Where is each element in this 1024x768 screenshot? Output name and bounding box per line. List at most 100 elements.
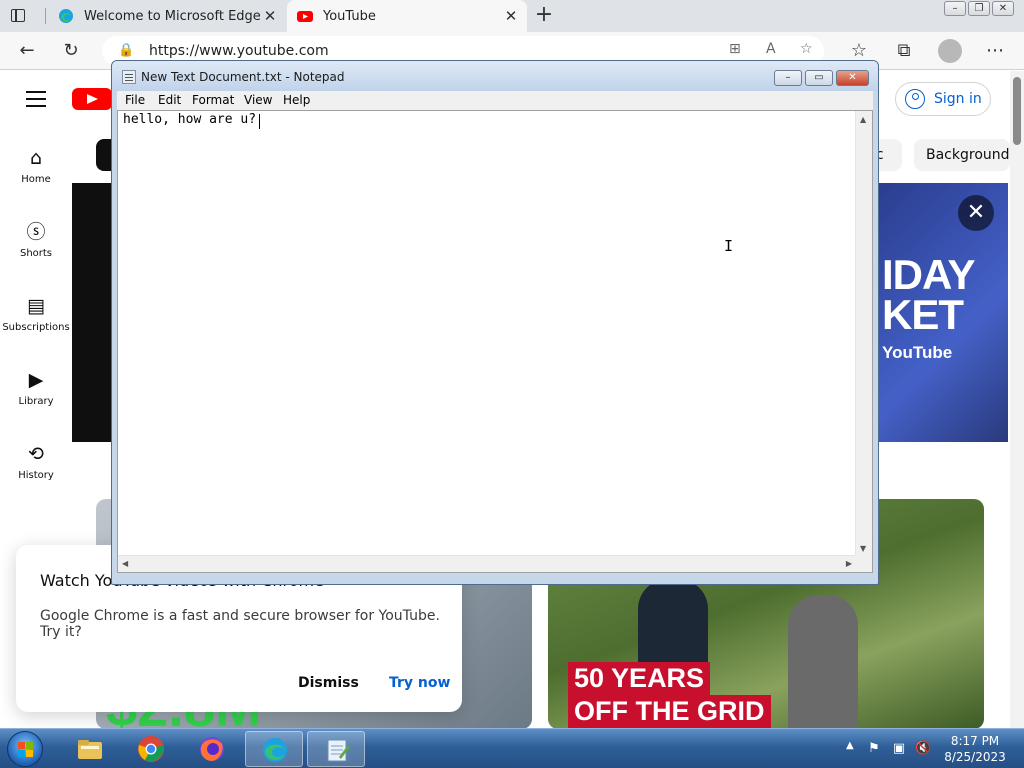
sidebar-label: Library — [18, 396, 54, 407]
close-tab-icon[interactable]: ✕ — [262, 8, 278, 24]
sidebar-item-subscriptions[interactable]: ▤ Subscriptions — [0, 293, 72, 333]
banner-text: KET — [882, 291, 964, 338]
close-ad-icon[interactable]: ✕ — [958, 195, 994, 231]
taskbar-explorer[interactable] — [61, 731, 119, 767]
network-icon[interactable]: ▣ — [891, 741, 907, 757]
chrome-icon — [138, 736, 164, 762]
taskbar-notepad[interactable] — [307, 731, 365, 767]
thumbnail-caption: 50 YEARS — [568, 662, 711, 695]
address-url[interactable]: https://www.youtube.com — [149, 43, 329, 59]
resize-grip[interactable] — [855, 555, 872, 572]
menu-file[interactable]: File — [125, 93, 145, 107]
collections-icon[interactable]: ⧉ — [893, 40, 915, 62]
window-controls: – ❐ ✕ — [944, 1, 1014, 16]
taskbar-clock[interactable]: 8:17 PM 8/25/2023 — [936, 733, 1014, 765]
app-available-icon[interactable]: ⊞ — [729, 41, 741, 57]
scrollbar-thumb[interactable] — [1013, 77, 1021, 145]
notepad-titlebar[interactable]: New Text Document.txt - Notepad – ▭ ✕ — [112, 61, 878, 91]
windows-taskbar: ▲ ⚑ ▣ 🔇 8:17 PM 8/25/2023 — [0, 728, 1024, 768]
notepad-icon — [327, 739, 350, 762]
menu-view[interactable]: View — [244, 93, 272, 107]
scroll-left-arrow-icon[interactable]: ◀ — [122, 559, 128, 568]
action-center-flag-icon[interactable]: ⚑ — [866, 741, 882, 757]
ad-banner-left[interactable] — [72, 183, 116, 442]
minimize-button[interactable]: – — [774, 70, 802, 86]
more-menu-icon[interactable]: ⋯ — [984, 40, 1006, 62]
volume-muted-icon[interactable]: 🔇 — [915, 741, 931, 757]
sidebar-label: Shorts — [19, 248, 53, 259]
shorts-icon: ⓢ — [26, 221, 46, 243]
menu-format[interactable]: Format — [192, 93, 234, 107]
banner-text: YouTube — [882, 343, 953, 362]
notepad-title: New Text Document.txt - Notepad — [141, 70, 345, 84]
firefox-icon — [200, 737, 224, 761]
taskbar-firefox[interactable] — [183, 731, 241, 767]
notepad-text-area[interactable]: hello, how are u? ▲ ▼ ◀ ▶ — [117, 110, 873, 573]
minimize-button[interactable]: – — [944, 1, 966, 16]
notepad-menubar: File Edit Format View Help — [117, 91, 873, 110]
thumbnail-caption: OFF THE GRID — [568, 695, 771, 728]
document-text[interactable]: hello, how are u? — [123, 112, 256, 127]
sidebar-label: History — [18, 470, 54, 481]
sign-in-button[interactable]: Sign in — [895, 82, 991, 116]
sidebar-item-library[interactable]: ▶ Library — [0, 367, 72, 407]
tab-strip: Welcome to Microsoft Edge ✕ YouTube ✕ + … — [0, 0, 1024, 32]
subscriptions-icon: ▤ — [27, 295, 45, 317]
menu-help[interactable]: Help — [283, 93, 310, 107]
restore-button[interactable]: ❐ — [968, 1, 990, 16]
youtube-logo[interactable] — [72, 88, 112, 110]
folder-icon — [78, 740, 102, 759]
library-icon: ▶ — [28, 369, 44, 391]
close-button[interactable]: ✕ — [992, 1, 1014, 16]
sidebar-item-home[interactable]: ⌂ Home — [0, 145, 72, 185]
add-favorite-icon[interactable]: ☆ — [800, 41, 813, 57]
favorites-icon[interactable]: ☆ — [848, 40, 870, 62]
scroll-up-arrow-icon[interactable]: ▲ — [860, 115, 866, 124]
horizontal-scrollbar[interactable]: ◀ ▶ — [118, 555, 856, 572]
notepad-icon — [122, 70, 136, 84]
youtube-icon — [297, 11, 313, 22]
sidebar-label: Home — [21, 174, 51, 185]
close-button[interactable]: ✕ — [836, 70, 869, 86]
page-scrollbar[interactable] — [1010, 71, 1024, 728]
tab-youtube[interactable]: YouTube ✕ — [287, 0, 527, 32]
edge-icon — [59, 9, 73, 23]
sidebar-item-history[interactable]: ⟲ History — [0, 441, 72, 481]
clock-time: 8:17 PM — [950, 734, 1000, 748]
home-icon: ⌂ — [29, 147, 43, 169]
tab-title: Welcome to Microsoft Edge — [84, 8, 261, 24]
promo-body: Google Chrome is a fast and secure brows… — [40, 608, 440, 640]
new-tab-button[interactable]: + — [533, 4, 555, 26]
tab-actions-icon[interactable] — [8, 6, 28, 26]
scroll-right-arrow-icon[interactable]: ▶ — [846, 559, 852, 568]
show-hidden-icons-icon[interactable]: ▲ — [846, 740, 854, 751]
history-icon: ⟲ — [28, 443, 44, 465]
tab-welcome-edge[interactable]: Welcome to Microsoft Edge ✕ — [46, 0, 286, 32]
profile-avatar[interactable] — [938, 39, 962, 63]
chip-background[interactable]: Background r — [914, 139, 1010, 171]
sign-in-label: Sign in — [934, 91, 982, 107]
try-now-button[interactable]: Try now — [389, 675, 450, 691]
dismiss-button[interactable]: Dismiss — [298, 675, 359, 691]
close-tab-icon[interactable]: ✕ — [503, 8, 519, 24]
maximize-button[interactable]: ▭ — [805, 70, 833, 86]
sidebar-label: Subscriptions — [2, 322, 70, 333]
vertical-scrollbar[interactable]: ▲ ▼ — [855, 111, 872, 557]
sidebar-item-shorts[interactable]: ⓢ Shorts — [0, 219, 72, 259]
notepad-window: New Text Document.txt - Notepad – ▭ ✕ Fi… — [111, 60, 879, 585]
ibeam-cursor-icon: I — [724, 237, 734, 255]
taskbar-chrome[interactable] — [122, 731, 180, 767]
tab-title: YouTube — [323, 8, 376, 24]
edge-icon — [263, 738, 287, 762]
taskbar-edge[interactable] — [245, 731, 303, 767]
menu-edit[interactable]: Edit — [158, 93, 181, 107]
text-caret — [259, 114, 260, 129]
scroll-down-arrow-icon[interactable]: ▼ — [860, 544, 866, 553]
refresh-icon[interactable]: ↻ — [60, 40, 82, 62]
start-button[interactable] — [7, 731, 43, 767]
back-arrow-icon[interactable]: ← — [16, 40, 38, 62]
clock-date: 8/25/2023 — [944, 750, 1006, 764]
menu-hamburger-icon[interactable] — [26, 91, 46, 107]
lock-icon[interactable]: 🔒 — [118, 43, 134, 58]
read-aloud-icon[interactable]: A — [766, 41, 776, 57]
